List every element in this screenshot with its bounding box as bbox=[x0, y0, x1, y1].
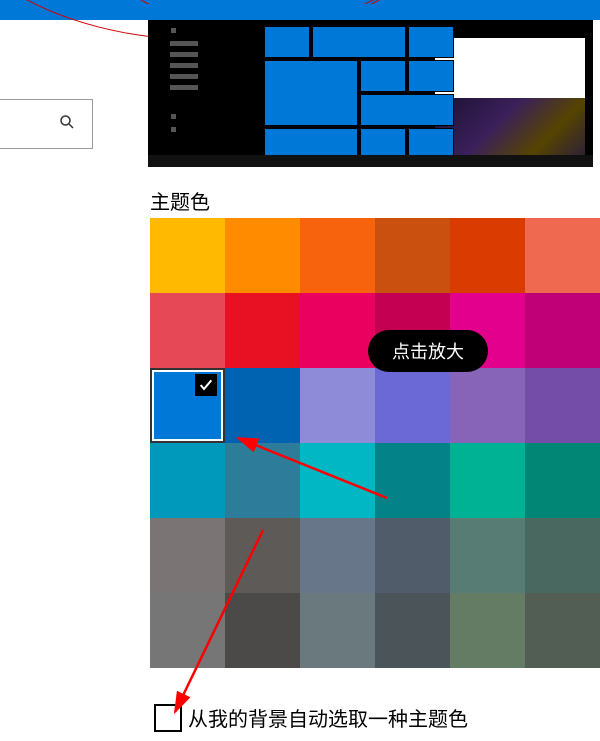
search-input[interactable] bbox=[0, 99, 93, 149]
color-swatch[interactable] bbox=[300, 293, 375, 368]
color-swatch[interactable] bbox=[300, 218, 375, 293]
auto-pick-color-label: 从我的背景自动选取一种主题色 bbox=[188, 703, 468, 732]
color-swatch[interactable] bbox=[450, 518, 525, 593]
color-swatch[interactable] bbox=[525, 593, 600, 668]
color-swatch[interactable] bbox=[225, 368, 300, 443]
section-title: 主题色 bbox=[150, 186, 210, 215]
color-swatch[interactable] bbox=[300, 368, 375, 443]
color-swatch[interactable] bbox=[450, 218, 525, 293]
color-swatch[interactable] bbox=[300, 443, 375, 518]
auto-pick-color-checkbox[interactable] bbox=[154, 704, 182, 732]
check-icon bbox=[195, 374, 217, 396]
color-swatch[interactable] bbox=[375, 518, 450, 593]
color-swatch[interactable] bbox=[150, 368, 225, 443]
color-swatch[interactable] bbox=[525, 368, 600, 443]
color-swatch[interactable] bbox=[375, 293, 450, 368]
color-swatch[interactable] bbox=[300, 593, 375, 668]
color-swatch[interactable] bbox=[225, 443, 300, 518]
search-icon bbox=[58, 113, 76, 136]
color-swatch[interactable] bbox=[450, 368, 525, 443]
color-swatch[interactable] bbox=[450, 293, 525, 368]
color-swatch[interactable] bbox=[450, 593, 525, 668]
color-swatch[interactable] bbox=[225, 518, 300, 593]
color-swatch[interactable] bbox=[300, 518, 375, 593]
color-swatch[interactable] bbox=[525, 518, 600, 593]
color-swatch[interactable] bbox=[450, 443, 525, 518]
color-swatch[interactable] bbox=[525, 218, 600, 293]
color-swatch[interactable] bbox=[525, 293, 600, 368]
color-swatch[interactable] bbox=[150, 518, 225, 593]
color-swatch[interactable] bbox=[375, 593, 450, 668]
color-swatch[interactable] bbox=[150, 293, 225, 368]
color-palette bbox=[150, 218, 600, 668]
color-swatch[interactable] bbox=[525, 443, 600, 518]
color-swatch[interactable] bbox=[150, 218, 225, 293]
color-swatch[interactable] bbox=[375, 443, 450, 518]
color-swatch[interactable] bbox=[225, 218, 300, 293]
color-swatch[interactable] bbox=[225, 593, 300, 668]
color-swatch[interactable] bbox=[150, 593, 225, 668]
color-swatch[interactable] bbox=[375, 368, 450, 443]
theme-preview bbox=[148, 4, 593, 167]
color-swatch[interactable] bbox=[150, 443, 225, 518]
color-swatch[interactable] bbox=[225, 293, 300, 368]
color-swatch[interactable] bbox=[375, 218, 450, 293]
